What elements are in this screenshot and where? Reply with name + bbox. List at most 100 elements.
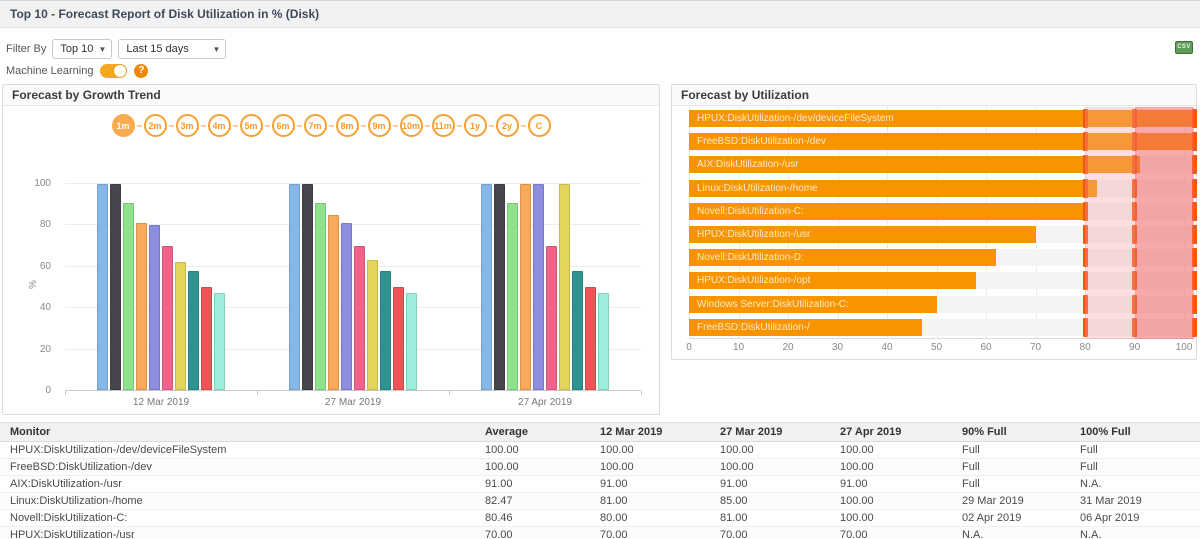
machine-learning-label: Machine Learning bbox=[6, 65, 94, 77]
bar[interactable] bbox=[136, 223, 147, 390]
bar[interactable] bbox=[393, 287, 404, 390]
cell: Full bbox=[1070, 458, 1200, 476]
cell: 100.00 bbox=[475, 458, 590, 476]
machine-learning-toggle[interactable] bbox=[100, 64, 128, 78]
range-pill-11m[interactable]: 11m bbox=[431, 114, 455, 137]
bar[interactable] bbox=[341, 223, 352, 390]
x-axis-tick bbox=[449, 391, 450, 395]
threshold-marker bbox=[1082, 132, 1088, 152]
cell: HPUX:DiskUtilization-/usr bbox=[0, 526, 475, 539]
bar[interactable] bbox=[406, 293, 417, 390]
x-tick-label: 80 bbox=[1079, 342, 1091, 353]
bar[interactable] bbox=[507, 202, 518, 390]
bar-label: Linux:DiskUtilization-/home bbox=[697, 182, 818, 194]
range-pill-3m[interactable]: 3m bbox=[175, 114, 199, 137]
bar[interactable] bbox=[380, 270, 391, 390]
cell: 02 Apr 2019 bbox=[952, 509, 1070, 527]
bar[interactable] bbox=[289, 184, 300, 390]
threshold-marker bbox=[1082, 178, 1088, 198]
top-n-select[interactable]: Top 10 ▼ bbox=[52, 39, 113, 59]
threshold-marker bbox=[1132, 155, 1138, 175]
bar[interactable]: HPUX:DiskUtilization-/opt bbox=[689, 272, 977, 290]
bar-label: HPUX:DiskUtilization-/opt bbox=[697, 275, 811, 287]
pill-connector bbox=[200, 124, 206, 127]
bar[interactable] bbox=[354, 245, 365, 390]
bar[interactable] bbox=[546, 245, 557, 390]
bar[interactable] bbox=[572, 270, 583, 390]
bar[interactable] bbox=[328, 214, 339, 390]
pill-connector bbox=[424, 124, 430, 127]
x-axis-tick bbox=[641, 391, 642, 395]
bar[interactable] bbox=[533, 184, 544, 390]
utilization-row: FreeBSD:DiskUtilization-/dev bbox=[689, 130, 1197, 153]
bar[interactable]: FreeBSD:DiskUtilization-/ bbox=[689, 318, 922, 336]
cell: 80.46 bbox=[475, 509, 590, 527]
bar[interactable]: Novell:DiskUtilization-C: bbox=[689, 202, 1088, 220]
range-pill-4m[interactable]: 4m bbox=[207, 114, 231, 137]
bar[interactable] bbox=[520, 184, 531, 390]
bar[interactable] bbox=[494, 184, 505, 390]
range-pill-6m[interactable]: 6m bbox=[271, 114, 295, 137]
growth-trend-plot bbox=[65, 183, 642, 395]
bar[interactable] bbox=[481, 184, 492, 390]
bar[interactable] bbox=[367, 260, 378, 390]
range-pill-9m[interactable]: 9m bbox=[367, 114, 391, 137]
cell: 91.00 bbox=[830, 475, 952, 493]
bar[interactable] bbox=[110, 184, 121, 390]
bar[interactable] bbox=[97, 184, 108, 390]
range-pill-C[interactable]: C bbox=[527, 114, 551, 137]
bar-label: AIX:DiskUtilization-/usr bbox=[697, 159, 799, 171]
bar[interactable] bbox=[598, 293, 609, 390]
bar-label: HPUX:DiskUtilization-/usr bbox=[697, 229, 811, 240]
cell: 100.00 bbox=[830, 441, 952, 459]
y-tick-label: 20 bbox=[39, 343, 51, 355]
x-tick-label: 12 Mar 2019 bbox=[132, 397, 190, 408]
bar[interactable] bbox=[214, 293, 225, 390]
bar[interactable] bbox=[585, 287, 596, 390]
range-pill-1m[interactable]: 1m bbox=[111, 114, 135, 137]
range-pill-7m[interactable]: 7m bbox=[303, 114, 327, 137]
bar[interactable] bbox=[162, 245, 173, 390]
toggle-knob-icon bbox=[114, 65, 127, 77]
bar[interactable] bbox=[175, 262, 186, 390]
bar[interactable] bbox=[559, 184, 570, 390]
range-pill-10m[interactable]: 10m bbox=[399, 114, 423, 137]
y-tick-label: 100 bbox=[34, 178, 51, 189]
bar[interactable]: FreeBSD:DiskUtilization-/dev bbox=[689, 133, 1192, 151]
help-icon[interactable]: ? bbox=[134, 64, 149, 78]
bar-label: HPUX:DiskUtilization-/dev/deviceFileSyst… bbox=[697, 113, 894, 124]
bar[interactable]: Windows Server:DiskUtilization-C: bbox=[689, 295, 937, 313]
cell: 100.00 bbox=[590, 441, 710, 459]
range-pill-1y[interactable]: 1y bbox=[463, 114, 487, 137]
pill-connector bbox=[392, 124, 398, 127]
threshold-marker bbox=[1191, 178, 1197, 198]
bar[interactable]: HPUX:DiskUtilization-/usr bbox=[689, 226, 1036, 243]
bar[interactable]: Novell:DiskUtilization-D: bbox=[689, 249, 996, 267]
bar[interactable] bbox=[123, 202, 134, 390]
bar[interactable]: AIX:DiskUtilization-/usr bbox=[689, 156, 1140, 174]
x-tick-label: 70 bbox=[1030, 342, 1042, 353]
threshold-marker bbox=[1191, 155, 1197, 175]
pill-connector bbox=[264, 124, 270, 127]
range-pill-8m[interactable]: 8m bbox=[335, 114, 359, 137]
range-pill-5m[interactable]: 5m bbox=[239, 114, 263, 137]
bar[interactable]: HPUX:DiskUtilization-/dev/deviceFileSyst… bbox=[689, 110, 1192, 127]
bar-label: Windows Server:DiskUtilization-C: bbox=[697, 298, 849, 310]
table-header-row: Monitor Average 12 Mar 2019 27 Mar 2019 27 A… bbox=[0, 422, 1200, 442]
bar[interactable] bbox=[201, 287, 212, 390]
time-range-select[interactable]: Last 15 days ▼ bbox=[118, 39, 227, 59]
cell: Full bbox=[952, 458, 1070, 476]
bar-group bbox=[257, 184, 449, 390]
bar[interactable] bbox=[149, 225, 160, 390]
cell: N.A. bbox=[1070, 526, 1200, 539]
bar[interactable]: Linux:DiskUtilization-/home bbox=[689, 179, 1098, 197]
csv-export-icon[interactable]: CSV bbox=[1175, 41, 1193, 54]
threshold-marker bbox=[1082, 109, 1088, 128]
bar[interactable] bbox=[315, 202, 326, 390]
range-pill-2m[interactable]: 2m bbox=[143, 114, 167, 137]
bar[interactable] bbox=[302, 184, 313, 390]
range-pill-2y[interactable]: 2y bbox=[495, 114, 519, 137]
cell: 70.00 bbox=[830, 526, 952, 539]
pill-connector bbox=[296, 124, 302, 127]
bar[interactable] bbox=[188, 270, 199, 390]
